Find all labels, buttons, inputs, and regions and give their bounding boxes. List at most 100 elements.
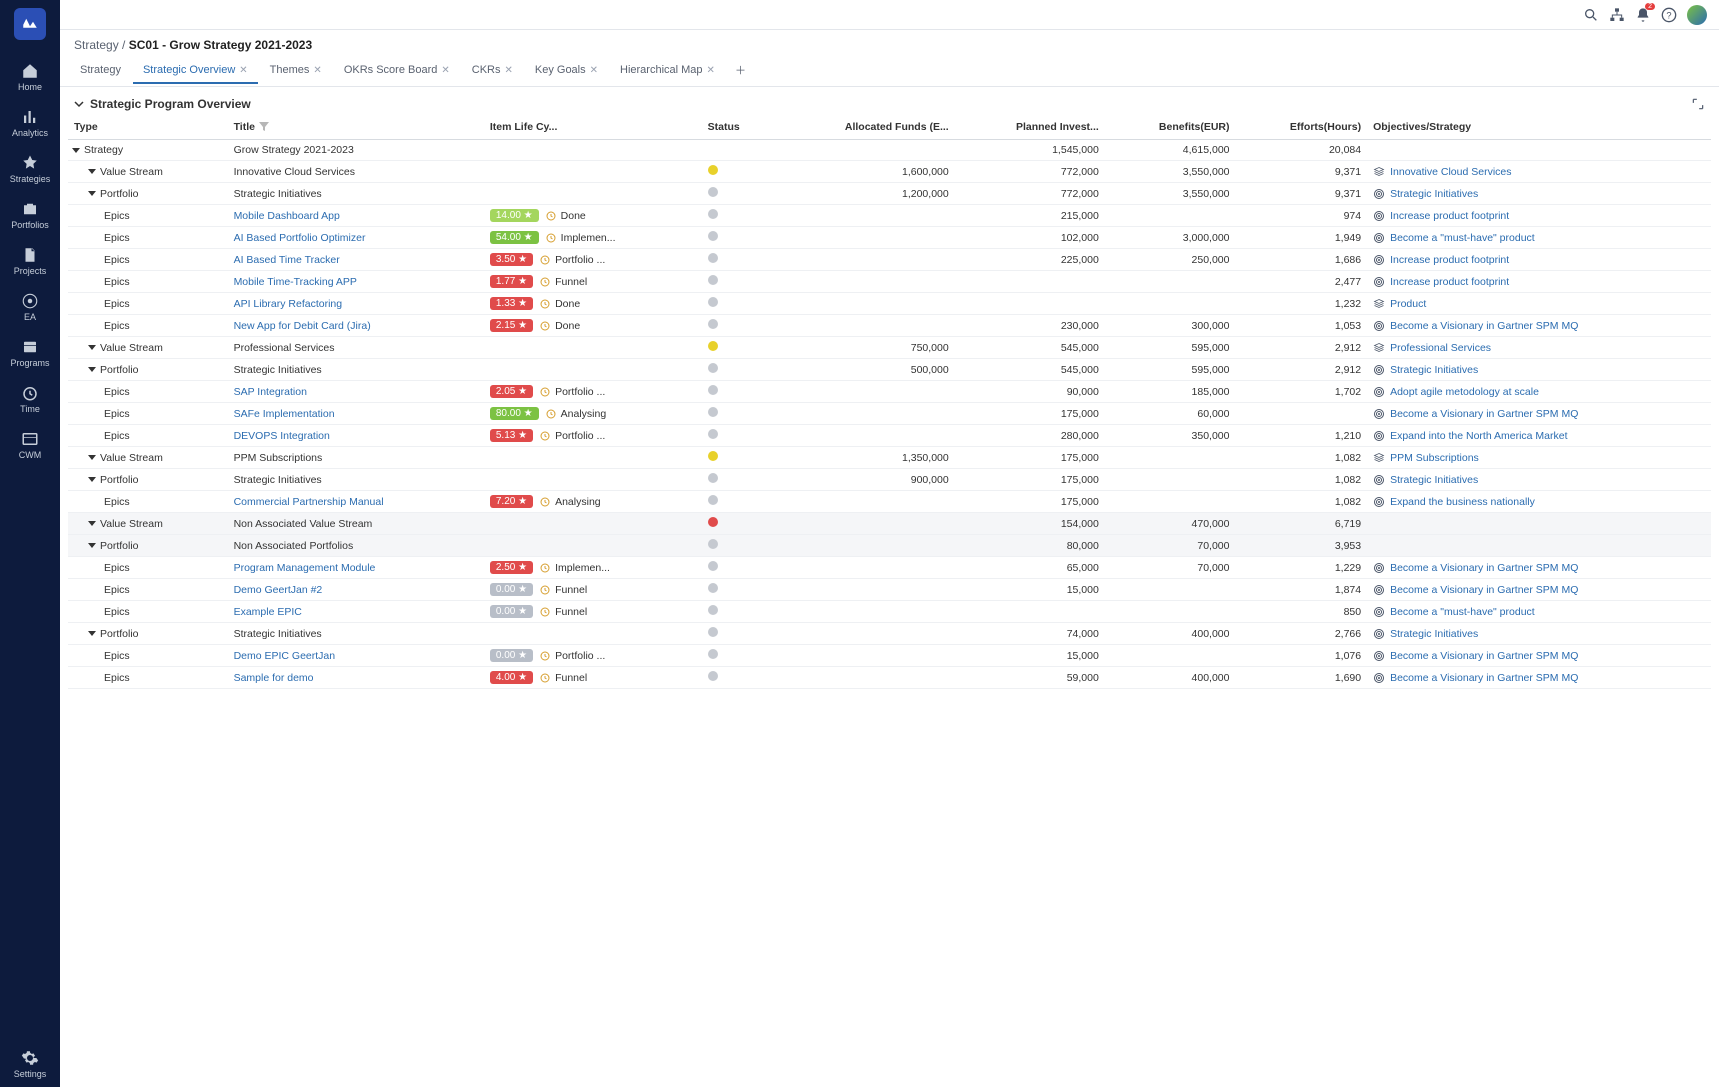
col-7[interactable]: Efforts(Hours) [1236, 115, 1368, 140]
col-2[interactable]: Item Life Cy... [484, 115, 702, 140]
col-4[interactable]: Allocated Funds (E... [771, 115, 954, 140]
objective-link[interactable]: Increase product footprint [1373, 276, 1705, 288]
tab-okrs-score-board[interactable]: OKRs Score Board✕ [334, 58, 460, 84]
table-row[interactable]: PortfolioStrategic Initiatives74,000400,… [68, 623, 1711, 645]
objective-link[interactable]: Product [1373, 298, 1705, 310]
tab-themes[interactable]: Themes✕ [260, 58, 332, 84]
objective-link[interactable]: Strategic Initiatives [1373, 364, 1705, 376]
row-title[interactable]: DEVOPS Integration [234, 430, 330, 442]
sitemap-icon[interactable] [1609, 7, 1625, 23]
tab-ckrs[interactable]: CKRs✕ [462, 58, 523, 84]
table-row[interactable]: EpicsProgram Management Module2.50 ★ Imp… [68, 557, 1711, 579]
table-row[interactable]: PortfolioNon Associated Portfolios80,000… [68, 535, 1711, 557]
table-row[interactable]: StrategyGrow Strategy 2021-20231,545,000… [68, 140, 1711, 161]
table-row[interactable]: Value StreamNon Associated Value Stream1… [68, 513, 1711, 535]
table-row[interactable]: EpicsAI Based Portfolio Optimizer54.00 ★… [68, 227, 1711, 249]
table-row[interactable]: EpicsNew App for Debit Card (Jira)2.15 ★… [68, 315, 1711, 337]
table-row[interactable]: EpicsAPI Library Refactoring1.33 ★ Done1… [68, 293, 1711, 315]
table-row[interactable]: PortfolioStrategic Initiatives1,200,0007… [68, 183, 1711, 205]
caret-icon[interactable] [88, 455, 96, 460]
caret-icon[interactable] [88, 477, 96, 482]
tab-hierarchical-map[interactable]: Hierarchical Map✕ [610, 58, 725, 84]
objective-link[interactable]: Strategic Initiatives [1373, 474, 1705, 486]
tab-close-icon[interactable]: ✕ [707, 65, 715, 76]
tab-strategy[interactable]: Strategy [70, 58, 131, 84]
objective-link[interactable]: Become a Visionary in Gartner SPM MQ [1373, 584, 1705, 596]
row-title[interactable]: Sample for demo [234, 672, 314, 684]
objective-link[interactable]: Become a Visionary in Gartner SPM MQ [1373, 320, 1705, 332]
objective-link[interactable]: Innovative Cloud Services [1373, 166, 1705, 178]
objective-link[interactable]: PPM Subscriptions [1373, 452, 1705, 464]
objective-link[interactable]: Expand the business nationally [1373, 496, 1705, 508]
row-title[interactable]: Example EPIC [234, 606, 302, 618]
table-row[interactable]: EpicsSample for demo4.00 ★ Funnel59,0004… [68, 667, 1711, 689]
sidebar-item-programs[interactable]: Programs [10, 330, 51, 376]
row-title[interactable]: Demo EPIC GeertJan [234, 650, 336, 662]
caret-icon[interactable] [88, 169, 96, 174]
caret-icon[interactable] [88, 521, 96, 526]
objective-link[interactable]: Become a Visionary in Gartner SPM MQ [1373, 408, 1705, 420]
tab-close-icon[interactable]: ✕ [590, 65, 598, 76]
breadcrumb-parent[interactable]: Strategy [74, 38, 119, 52]
row-title[interactable]: AI Based Time Tracker [234, 254, 340, 266]
tab-key-goals[interactable]: Key Goals✕ [525, 58, 608, 84]
row-title[interactable]: SAP Integration [234, 386, 307, 398]
table-row[interactable]: EpicsDEVOPS Integration5.13 ★ Portfolio … [68, 425, 1711, 447]
col-0[interactable]: Type [68, 115, 228, 140]
table-row[interactable]: EpicsMobile Dashboard App14.00 ★ Done215… [68, 205, 1711, 227]
objective-link[interactable]: Become a Visionary in Gartner SPM MQ [1373, 672, 1705, 684]
sidebar-item-strategies[interactable]: Strategies [10, 146, 51, 192]
sidebar-item-portfolios[interactable]: Portfolios [10, 192, 51, 238]
objective-link[interactable]: Increase product footprint [1373, 254, 1705, 266]
table-row[interactable]: EpicsDemo GeertJan #20.00 ★ Funnel15,000… [68, 579, 1711, 601]
help-icon[interactable]: ? [1661, 7, 1677, 23]
search-icon[interactable] [1583, 7, 1599, 23]
caret-icon[interactable] [88, 345, 96, 350]
caret-icon[interactable] [88, 631, 96, 636]
objective-link[interactable]: Adopt agile metodology at scale [1373, 386, 1705, 398]
sidebar-item-settings[interactable]: Settings [0, 1041, 60, 1087]
row-title[interactable]: Demo GeertJan #2 [234, 584, 323, 596]
col-5[interactable]: Planned Invest... [955, 115, 1105, 140]
caret-icon[interactable] [88, 191, 96, 196]
table-row[interactable]: Value StreamProfessional Services750,000… [68, 337, 1711, 359]
row-title[interactable]: Program Management Module [234, 562, 376, 574]
sidebar-item-time[interactable]: Time [10, 376, 51, 422]
table-row[interactable]: EpicsMobile Time-Tracking APP1.77 ★ Funn… [68, 271, 1711, 293]
table-row[interactable]: EpicsAI Based Time Tracker3.50 ★ Portfol… [68, 249, 1711, 271]
row-title[interactable]: SAFe Implementation [234, 408, 335, 420]
table-row[interactable]: PortfolioStrategic Initiatives900,000175… [68, 469, 1711, 491]
table-row[interactable]: EpicsDemo EPIC GeertJan0.00 ★ Portfolio … [68, 645, 1711, 667]
tab-add[interactable]: ＋ [727, 56, 754, 86]
objective-link[interactable]: Become a Visionary in Gartner SPM MQ [1373, 650, 1705, 662]
objective-link[interactable]: Become a "must-have" product [1373, 232, 1705, 244]
caret-icon[interactable] [88, 543, 96, 548]
table-row[interactable]: EpicsSAP Integration2.05 ★ Portfolio ...… [68, 381, 1711, 403]
expand-icon[interactable] [1691, 97, 1705, 111]
user-avatar[interactable] [1687, 5, 1707, 25]
col-6[interactable]: Benefits(EUR) [1105, 115, 1236, 140]
row-title[interactable]: Mobile Dashboard App [234, 210, 340, 222]
row-title[interactable]: Mobile Time-Tracking APP [234, 276, 357, 288]
row-title[interactable]: API Library Refactoring [234, 298, 343, 310]
objective-link[interactable]: Expand into the North America Market [1373, 430, 1705, 442]
objective-link[interactable]: Become a "must-have" product [1373, 606, 1705, 618]
col-1[interactable]: Title [228, 115, 484, 140]
caret-icon[interactable] [88, 367, 96, 372]
sidebar-item-home[interactable]: Home [10, 54, 51, 100]
table-row[interactable]: PortfolioStrategic Initiatives500,000545… [68, 359, 1711, 381]
tab-close-icon[interactable]: ✕ [313, 65, 321, 76]
objective-link[interactable]: Increase product footprint [1373, 210, 1705, 222]
bell-icon[interactable]: 2 [1635, 7, 1651, 23]
sidebar-item-projects[interactable]: Projects [10, 238, 51, 284]
row-title[interactable]: Commercial Partnership Manual [234, 496, 384, 508]
row-title[interactable]: AI Based Portfolio Optimizer [234, 232, 366, 244]
sidebar-item-analytics[interactable]: Analytics [10, 100, 51, 146]
filter-icon[interactable] [259, 122, 269, 132]
objective-link[interactable]: Professional Services [1373, 342, 1705, 354]
table-row[interactable]: EpicsExample EPIC0.00 ★ Funnel850Become … [68, 601, 1711, 623]
tab-close-icon[interactable]: ✕ [504, 65, 512, 76]
table-row[interactable]: EpicsCommercial Partnership Manual7.20 ★… [68, 491, 1711, 513]
table-row[interactable]: Value StreamInnovative Cloud Services1,6… [68, 161, 1711, 183]
row-title[interactable]: New App for Debit Card (Jira) [234, 320, 371, 332]
